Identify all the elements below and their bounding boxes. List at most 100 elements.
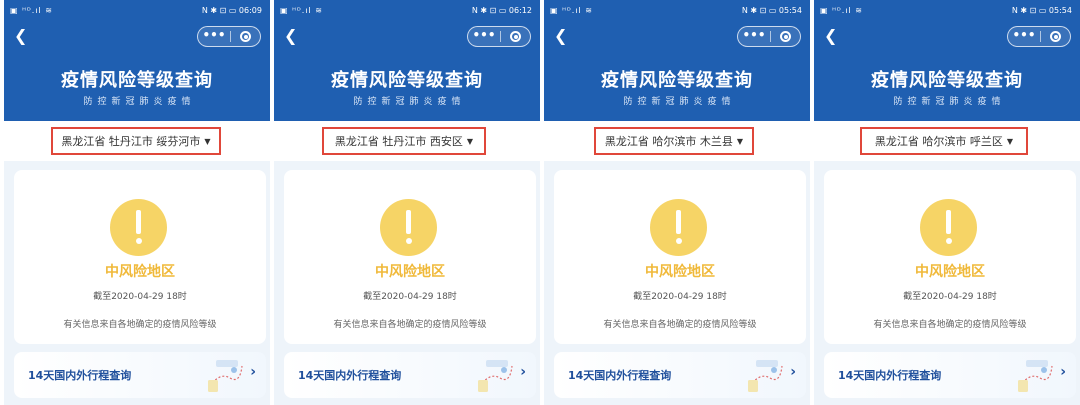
caret-down-icon: ▼ xyxy=(204,136,211,146)
status-time: N ✱ ⊡ ▭ 05:54 xyxy=(741,6,802,15)
info-note: 有关信息来自各地确定的疫情风险等级 xyxy=(63,320,217,330)
trip-query-label: 14天国内外行程查询 xyxy=(298,369,402,382)
phone-screen: ▣ ᴴᴰ.ıl ≋ N ✱ ⊡ ▭ 06:12 ❮ ••• 疫情风险等级查询 防… xyxy=(274,0,540,405)
region-text: 黑龙江省 牡丹江市 绥芬河市 xyxy=(61,135,201,148)
back-chevron-icon[interactable]: ❮ xyxy=(824,26,837,46)
back-chevron-icon[interactable]: ❮ xyxy=(554,26,567,46)
nav-bar: ❮ ••• xyxy=(544,24,810,50)
capsule-divider xyxy=(1040,31,1041,42)
back-chevron-icon[interactable]: ❮ xyxy=(14,26,27,46)
warning-icon xyxy=(920,199,977,256)
map-illustration-icon xyxy=(478,360,513,392)
page-subtitle: 防控新冠肺炎疫情 xyxy=(83,97,196,107)
risk-card: 中风险地区 截至2020-04-29 18时 有关信息来自各地确定的疫情风险等级 xyxy=(14,170,266,344)
status-time: N ✱ ⊡ ▭ 06:12 xyxy=(471,6,532,15)
region-selector[interactable]: 黑龙江省 哈尔滨市 呼兰区 ▼ xyxy=(860,127,1028,155)
as-of-time: 截至2020-04-29 18时 xyxy=(93,292,187,302)
risk-level: 中风险地区 xyxy=(375,264,445,280)
nav-bar: ❮ ••• xyxy=(814,24,1080,50)
page-subtitle: 防控新冠肺炎疫情 xyxy=(623,97,736,107)
region-selector[interactable]: 黑龙江省 牡丹江市 绥芬河市 ▼ xyxy=(51,127,221,155)
trip-query-label: 14天国内外行程查询 xyxy=(838,369,942,382)
status-bar: ▣ ᴴᴰ.ıl ≋ N ✱ ⊡ ▭ 06:12 xyxy=(274,0,540,22)
miniprogram-capsule: ••• xyxy=(737,26,801,47)
region-selector[interactable]: 黑龙江省 牡丹江市 西安区 ▼ xyxy=(322,127,486,155)
region-selector-row: 黑龙江省 牡丹江市 绥芬河市 ▼ xyxy=(4,121,270,161)
page-title: 疫情风险等级查询 xyxy=(601,70,753,91)
status-bar: ▣ ᴴᴰ.ıl ≋ N ✱ ⊡ ▭ 05:54 xyxy=(544,0,810,22)
more-dots-icon[interactable]: ••• xyxy=(198,27,230,46)
region-text: 黑龙江省 牡丹江市 西安区 xyxy=(334,135,463,148)
risk-level: 中风险地区 xyxy=(915,264,985,280)
status-indicators: ▣ ᴴᴰ.ıl ≋ xyxy=(820,6,864,15)
status-bar: ▣ ᴴᴰ.ıl ≋ N ✱ ⊡ ▭ 06:09 xyxy=(4,0,270,22)
caret-down-icon: ▼ xyxy=(1006,136,1014,146)
trip-query-label: 14天国内外行程查询 xyxy=(568,369,672,382)
status-indicators: ▣ ᴴᴰ.ıl ≋ xyxy=(10,6,54,15)
as-of-time: 截至2020-04-29 18时 xyxy=(633,292,727,302)
capsule-divider xyxy=(230,31,231,42)
region-selector-row: 黑龙江省 哈尔滨市 木兰县 ▼ xyxy=(544,121,810,161)
status-time: N ✱ ⊡ ▭ 06:09 xyxy=(201,6,262,15)
page-title: 疫情风险等级查询 xyxy=(871,70,1023,91)
target-circle-icon[interactable] xyxy=(240,31,251,42)
miniprogram-capsule: ••• xyxy=(1007,26,1071,47)
as-of-time: 截至2020-04-29 18时 xyxy=(363,292,457,302)
info-note: 有关信息来自各地确定的疫情风险等级 xyxy=(873,320,1027,330)
risk-card: 中风险地区 截至2020-04-29 18时 有关信息来自各地确定的疫情风险等级 xyxy=(284,170,536,344)
info-note: 有关信息来自各地确定的疫情风险等级 xyxy=(603,320,757,330)
header-banner: ▣ ᴴᴰ.ıl ≋ N ✱ ⊡ ▭ 05:54 ❮ ••• 疫情风险等级查询 防… xyxy=(814,0,1080,121)
trip-query-label: 14天国内外行程查询 xyxy=(28,369,132,382)
header-banner: ▣ ᴴᴰ.ıl ≋ N ✱ ⊡ ▭ 06:12 ❮ ••• 疫情风险等级查询 防… xyxy=(274,0,540,121)
more-dots-icon[interactable]: ••• xyxy=(1008,27,1040,46)
risk-level: 中风险地区 xyxy=(645,264,715,280)
region-selector-row: 黑龙江省 牡丹江市 西安区 ▼ xyxy=(274,121,540,161)
chevron-right-icon: › xyxy=(520,364,526,380)
caret-down-icon: ▼ xyxy=(736,136,744,146)
region-selector-row: 黑龙江省 哈尔滨市 呼兰区 ▼ xyxy=(814,121,1080,161)
phone-screen: ▣ ᴴᴰ.ıl ≋ N ✱ ⊡ ▭ 05:54 ❮ ••• 疫情风险等级查询 防… xyxy=(544,0,810,405)
chevron-right-icon: › xyxy=(790,364,796,380)
risk-card: 中风险地区 截至2020-04-29 18时 有关信息来自各地确定的疫情风险等级 xyxy=(824,170,1076,344)
target-circle-icon[interactable] xyxy=(510,31,521,42)
trip-query-button[interactable]: 14天国内外行程查询 › xyxy=(284,352,536,398)
back-chevron-icon[interactable]: ❮ xyxy=(284,26,297,46)
warning-icon xyxy=(110,199,167,256)
warning-icon xyxy=(380,199,437,256)
map-illustration-icon xyxy=(208,360,243,392)
info-note: 有关信息来自各地确定的疫情风险等级 xyxy=(333,320,487,330)
risk-card: 中风险地区 截至2020-04-29 18时 有关信息来自各地确定的疫情风险等级 xyxy=(554,170,806,344)
map-illustration-icon xyxy=(1018,360,1053,392)
trip-query-button[interactable]: 14天国内外行程查询 › xyxy=(824,352,1076,398)
page-subtitle: 防控新冠肺炎疫情 xyxy=(893,97,1006,107)
header-banner: ▣ ᴴᴰ.ıl ≋ N ✱ ⊡ ▭ 06:09 ❮ ••• 疫情风险等级查询 防… xyxy=(4,0,270,121)
page-title: 疫情风险等级查询 xyxy=(331,70,483,91)
chevron-right-icon: › xyxy=(250,364,256,380)
more-dots-icon[interactable]: ••• xyxy=(468,27,500,46)
nav-bar: ❮ ••• xyxy=(274,24,540,50)
chevron-right-icon: › xyxy=(1060,364,1066,380)
header-banner: ▣ ᴴᴰ.ıl ≋ N ✱ ⊡ ▭ 05:54 ❮ ••• 疫情风险等级查询 防… xyxy=(544,0,810,121)
phone-screen: ▣ ᴴᴰ.ıl ≋ N ✱ ⊡ ▭ 05:54 ❮ ••• 疫情风险等级查询 防… xyxy=(814,0,1080,405)
region-text: 黑龙江省 哈尔滨市 木兰县 xyxy=(604,135,733,148)
capsule-divider xyxy=(770,31,771,42)
page-subtitle: 防控新冠肺炎疫情 xyxy=(353,97,466,107)
region-selector[interactable]: 黑龙江省 哈尔滨市 木兰县 ▼ xyxy=(594,127,754,155)
trip-query-button[interactable]: 14天国内外行程查询 › xyxy=(554,352,806,398)
miniprogram-capsule: ••• xyxy=(467,26,531,47)
miniprogram-capsule: ••• xyxy=(197,26,261,47)
region-text: 黑龙江省 哈尔滨市 呼兰区 xyxy=(874,135,1003,148)
warning-icon xyxy=(650,199,707,256)
phone-screen: ▣ ᴴᴰ.ıl ≋ N ✱ ⊡ ▭ 06:09 ❮ ••• 疫情风险等级查询 防… xyxy=(4,0,270,405)
caret-down-icon: ▼ xyxy=(466,136,474,146)
trip-query-button[interactable]: 14天国内外行程查询 › xyxy=(14,352,266,398)
status-indicators: ▣ ᴴᴰ.ıl ≋ xyxy=(550,6,594,15)
as-of-time: 截至2020-04-29 18时 xyxy=(903,292,997,302)
phone-screenshots: ▣ ᴴᴰ.ıl ≋ N ✱ ⊡ ▭ 06:09 ❮ ••• 疫情风险等级查询 防… xyxy=(0,0,1080,405)
target-circle-icon[interactable] xyxy=(780,31,791,42)
nav-bar: ❮ ••• xyxy=(4,24,270,50)
risk-level: 中风险地区 xyxy=(105,264,175,280)
map-illustration-icon xyxy=(748,360,783,392)
target-circle-icon[interactable] xyxy=(1050,31,1061,42)
more-dots-icon[interactable]: ••• xyxy=(738,27,770,46)
